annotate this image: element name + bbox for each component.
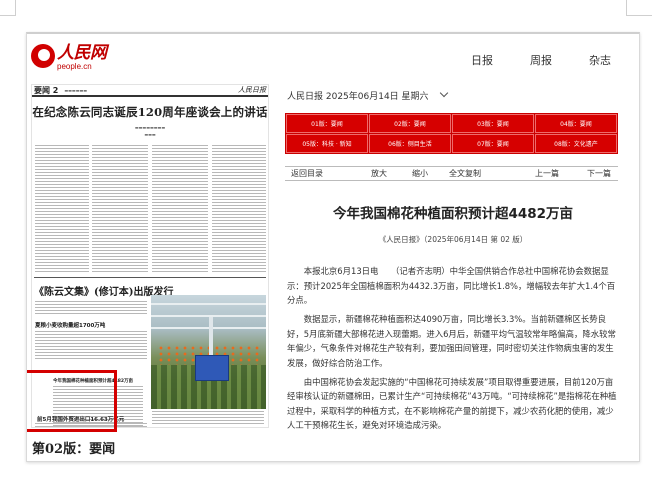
paper-text-column (92, 145, 148, 273)
zoom-out-button[interactable]: 缩小 (412, 168, 428, 179)
paper-page-number: 要闻 2 (34, 85, 59, 95)
article-title: 今年我国棉花种植面积预计超4482万亩 (332, 206, 574, 222)
paper-photo-greenhouse (151, 295, 266, 409)
copy-all-button[interactable]: 全文复制 (449, 168, 481, 179)
paper-text-column (152, 145, 208, 273)
paper-date-line: ▬▬▬▬▬▬ (64, 87, 88, 93)
logo-chinese: 人民网 (57, 43, 107, 63)
article-body: 本报北京6月13日电 （记者齐志明）中华全国供销合作总社中国棉花协会数据显示：预… (287, 264, 619, 437)
paper-main-title: 在纪念陈云同志诞辰120周年座谈会上的讲话 (32, 105, 268, 119)
page-link[interactable]: 06版：侧目生活 (369, 134, 451, 153)
window-corner-left (0, 0, 16, 16)
page-link[interactable]: 02版：要闻 (369, 114, 451, 133)
article-paragraph: 本报北京6月13日电 （记者齐志明）中华全国供销合作总社中国棉花协会数据显示：预… (287, 266, 616, 305)
paper-text-column (212, 145, 266, 273)
paper-divider (34, 277, 266, 278)
paper-subtitle-line: ▬▬▬▬▬▬▬▬ (134, 125, 166, 130)
zoom-in-button[interactable]: 放大 (371, 168, 387, 179)
nav-weekly[interactable]: 周报 (530, 52, 552, 68)
article-paragraph: 数据显示，新疆棉花种植面积达4090万亩，同比增长3.3%。当前新疆棉区长势良好… (287, 314, 616, 368)
paper-masthead: 人民日报 (238, 86, 266, 94)
paper-author-line: ▬▬▬ (144, 132, 156, 137)
paper-text-column (35, 301, 147, 315)
page-caption: 第02版：要闻 (32, 442, 116, 457)
people-logo[interactable]: 人民网 people.cn (31, 44, 107, 71)
edition-date-text: 人民日报 2025年06月14日 星期六 (287, 92, 429, 102)
people-logo-icon (31, 44, 55, 68)
page-link[interactable]: 03版：要闻 (452, 114, 534, 133)
paper-page-header: 要闻 2 ▬▬▬▬▬▬ 人民日报 (32, 85, 268, 97)
page-link[interactable]: 01版：要闻 (286, 114, 368, 133)
article-paragraph: 由中国棉花协会发起实施的“中国棉花可持续发展”项目取得重要进展，目前120万亩经… (287, 376, 617, 431)
window-corner-right (626, 0, 652, 16)
page-link[interactable]: 07版：要闻 (452, 134, 534, 153)
paper-text-column (152, 411, 264, 425)
page-link[interactable]: 08版：文化遗产 (535, 134, 617, 153)
prev-article-button[interactable]: 上一篇 (535, 168, 559, 179)
logo-english: people.cn (57, 62, 92, 71)
epaper-frame: 人民网 people.cn 日报 周报 杂志 要闻 2 ▬▬▬▬▬▬ 人民日报 … (26, 32, 640, 462)
page-index-grid: 01版：要闻 02版：要闻 03版：要闻 04版：要闻 05版：科技 · 新知 … (285, 113, 618, 154)
page-link[interactable]: 04版：要闻 (535, 114, 617, 133)
paper-headline-wheat: 夏粮小麦收购量超1700万吨 (35, 323, 106, 329)
next-article-button[interactable]: 下一篇 (587, 168, 611, 179)
article-source: 《人民日报》（2025年06月14日 第 02 版） (378, 235, 528, 244)
article-toolbar: 返回目录 放大 缩小 全文复制 上一篇 下一篇 (285, 166, 618, 181)
paper-text-column (35, 331, 147, 361)
chevron-down-icon[interactable] (439, 88, 448, 98)
back-to-index-button[interactable]: 返回目录 (291, 168, 323, 179)
paper-text-column (35, 145, 89, 273)
page-link[interactable]: 05版：科技 · 新知 (286, 134, 368, 153)
nav-daily[interactable]: 日报 (471, 52, 493, 68)
selected-article-highlight[interactable] (27, 370, 117, 432)
nav-magazine[interactable]: 杂志 (589, 52, 611, 68)
edition-date-selector[interactable]: 人民日报 2025年06月14日 星期六 (287, 88, 448, 102)
top-nav: 日报 周报 杂志 (471, 52, 611, 68)
site-header: 人民网 people.cn 日报 周报 杂志 (27, 34, 639, 82)
